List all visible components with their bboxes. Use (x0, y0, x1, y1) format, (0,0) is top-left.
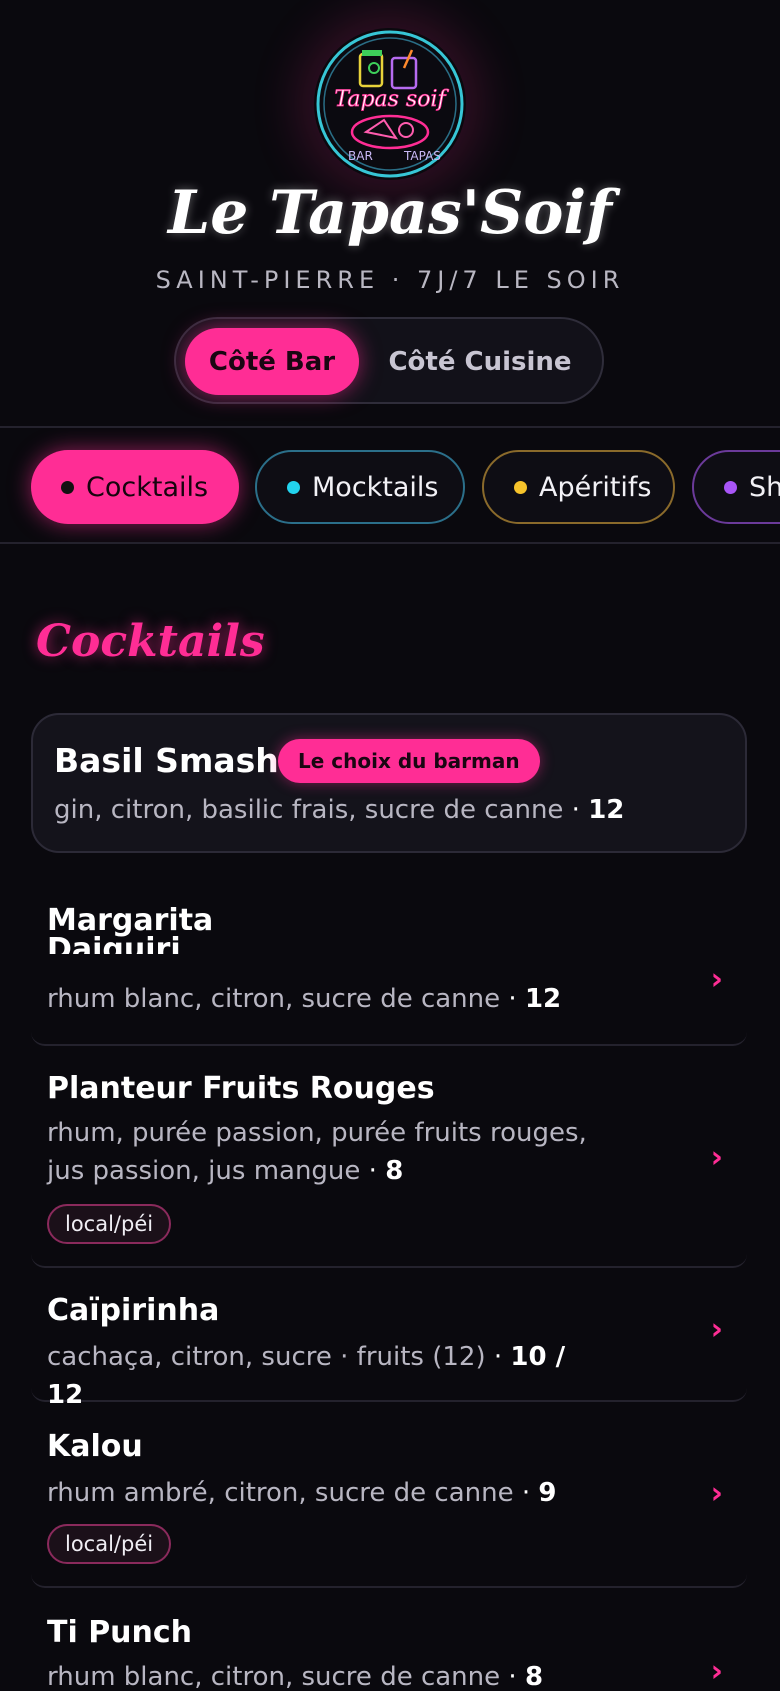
category-dot-icon (287, 480, 300, 494)
price-separator: · (485, 1342, 511, 1372)
item-ingredients: rhum blanc, citron, sucre de canne (47, 984, 501, 1014)
item-name: Margarita (47, 903, 214, 938)
category-chip-cocktails[interactable]: Cocktails (31, 450, 239, 524)
category-chip-mocktails[interactable]: Mocktails (255, 450, 465, 524)
category-dot-icon (61, 480, 74, 494)
item-price: 8 (524, 1662, 544, 1691)
toggle-kitchen-button[interactable]: Côté Cuisine (372, 328, 588, 395)
item-description: rhum blanc, citron, sucre de canne · 8 (47, 1658, 607, 1691)
menu-item[interactable]: Margarita Daiquiri rhum blanc, citron, s… (31, 880, 747, 1046)
header: Tapas soif BAR TAPAS Le Tapas'Soif SAINT… (0, 0, 780, 425)
featured-ingredients: gin, citron, basilic frais, sucre de can… (54, 795, 564, 825)
item-name: Kalou (47, 1429, 143, 1464)
featured-name: Basil Smash (54, 741, 279, 780)
local-tag: local/péi (47, 1204, 172, 1244)
price-separator: · (513, 1478, 539, 1508)
price-separator: · (360, 1156, 386, 1186)
category-bar[interactable]: Cocktails Mocktails Apéritifs Sh (0, 426, 780, 544)
category-chip-shooters[interactable]: Sh (692, 450, 780, 524)
item-name: Caïpirinha (47, 1293, 220, 1328)
menu-item[interactable]: Planteur Fruits Rouges rhum, purée passi… (31, 1048, 747, 1268)
category-chip-aperitifs[interactable]: Apéritifs (482, 450, 675, 524)
price-separator: · (500, 1662, 525, 1691)
restaurant-subtitle: SAINT-PIERRE · 7J/7 LE SOIR (155, 266, 625, 294)
item-name-overlap: Daiquiri (47, 936, 181, 954)
featured-description: gin, citron, basilic frais, sucre de can… (54, 795, 624, 825)
item-ingredients: cachaça, citron, sucre · fruits (12) (47, 1342, 486, 1372)
featured-price: 12 (588, 795, 625, 825)
menu-item[interactable]: Caïpirinha cachaça, citron, sucre · frui… (31, 1270, 747, 1410)
category-label: Sh (749, 471, 780, 503)
menu-item[interactable]: Kalou rhum ambré, citron, sucre de canne… (31, 1404, 747, 1588)
featured-badge: Le choix du barman (278, 739, 540, 783)
item-price: 12 (524, 984, 562, 1014)
toggle-bar-button[interactable]: Côté Bar (185, 328, 359, 395)
item-name: Ti Punch (47, 1615, 193, 1650)
section-title: Cocktails (36, 616, 265, 667)
item-price: 9 (538, 1478, 557, 1508)
item-name: Planteur Fruits Rouges (47, 1071, 435, 1106)
category-label: Cocktails (86, 471, 209, 503)
chevron-right-icon: › (710, 962, 723, 997)
category-label: Mocktails (312, 471, 439, 503)
item-ingredients: rhum, purée passion, purée fruits rouges… (47, 1118, 587, 1186)
item-description: cachaça, citron, sucre · fruits (12) · 1… (47, 1338, 607, 1414)
local-tag: local/péi (47, 1524, 172, 1564)
logo-script-text: Tapas soif (334, 87, 449, 112)
item-ingredients: rhum blanc, citron, sucre de canne (47, 1662, 501, 1691)
featured-card[interactable]: Basil Smash Le choix du barman gin, citr… (31, 713, 747, 853)
item-description: rhum blanc, citron, sucre de canne · 12 (47, 980, 607, 1018)
category-dot-icon (724, 480, 737, 494)
chevron-right-icon: › (710, 1312, 723, 1347)
bar-kitchen-toggle: Côté Bar Côté Cuisine (174, 317, 604, 404)
category-label: Apéritifs (539, 471, 652, 503)
chevron-right-icon: › (710, 1654, 723, 1689)
price-separator: · (500, 984, 525, 1014)
chevron-right-icon: › (710, 1476, 723, 1511)
menu-item[interactable]: Ti Punch rhum blanc, citron, sucre de ca… (31, 1590, 747, 1691)
restaurant-title: Le Tapas'Soif (168, 178, 612, 248)
item-price: 8 (385, 1156, 404, 1186)
chevron-right-icon: › (710, 1140, 723, 1175)
category-dot-icon (514, 480, 527, 494)
logo-neon-badge: Tapas soif BAR TAPAS (316, 30, 464, 178)
logo-right-text: TAPAS (403, 149, 441, 163)
item-description: rhum, purée passion, purée fruits rouges… (47, 1114, 607, 1190)
price-separator: · (563, 795, 589, 825)
logo-left-text: BAR (348, 149, 373, 163)
item-description: rhum ambré, citron, sucre de canne · 9 (47, 1474, 607, 1512)
logo: Tapas soif BAR TAPAS (314, 28, 466, 180)
item-ingredients: rhum ambré, citron, sucre de canne (47, 1478, 514, 1508)
